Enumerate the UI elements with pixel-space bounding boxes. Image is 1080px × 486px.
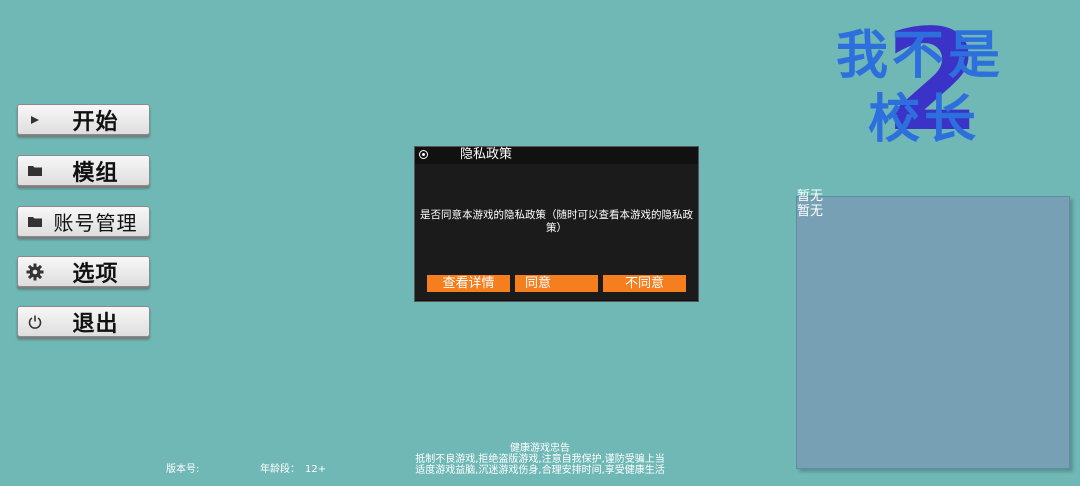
account-management-label: 账号管理 — [53, 211, 138, 235]
mods-label: 模组 — [72, 160, 119, 186]
options-button[interactable]: 选项 — [17, 256, 150, 287]
health-notice-title: 健康游戏忠告 — [510, 443, 570, 454]
age-label: 年龄段： — [260, 464, 300, 475]
folder-icon — [20, 164, 50, 177]
agree-button[interactable]: 同意 — [515, 275, 598, 292]
radio-icon — [419, 150, 428, 159]
panel-text-2: 暂无 — [797, 204, 824, 219]
panel-text-1: 暂无 — [797, 189, 824, 204]
options-label: 选项 — [72, 261, 119, 287]
logo-line1: 我不是 — [836, 26, 1005, 86]
announcement-panel[interactable]: 暂无 暂无 — [796, 190, 1070, 469]
health-notice-line2: 适度游戏益脑,沉迷游戏伤身,合理安排时间,享受健康生活 — [415, 465, 665, 476]
version-label: 版本号: — [166, 464, 200, 475]
logo-line2: 校长 — [868, 90, 981, 150]
start-button[interactable]: 开始 — [17, 104, 150, 135]
mods-button[interactable]: 模组 — [17, 155, 150, 186]
game-logo: 2 我不是 校长 — [832, 12, 1037, 157]
exit-label: 退出 — [72, 311, 119, 337]
folder-icon — [20, 215, 50, 228]
gear-icon — [20, 263, 50, 281]
start-label: 开始 — [72, 109, 119, 135]
disagree-button[interactable]: 不同意 — [603, 275, 686, 292]
power-icon — [20, 314, 50, 330]
dialog-title: 隐私政策 — [460, 147, 513, 162]
age-value: 12+ — [305, 464, 327, 475]
dialog-message: 是否同意本游戏的隐私政策（随时可以查看本游戏的隐私政策） — [420, 209, 693, 234]
view-details-button[interactable]: 查看详情 — [427, 275, 510, 292]
dialog-title-bar: 隐私政策 — [415, 147, 698, 164]
health-notice-line1: 抵制不良游戏,拒绝盗版游戏,注意自我保护,谨防受骗上当 — [415, 454, 665, 465]
privacy-dialog: 隐私政策 是否同意本游戏的隐私政策（随时可以查看本游戏的隐私政策） 查看详情 同… — [414, 146, 699, 302]
account-management-button[interactable]: 账号管理 — [17, 206, 150, 237]
play-icon — [20, 114, 50, 126]
exit-button[interactable]: 退出 — [17, 306, 150, 337]
